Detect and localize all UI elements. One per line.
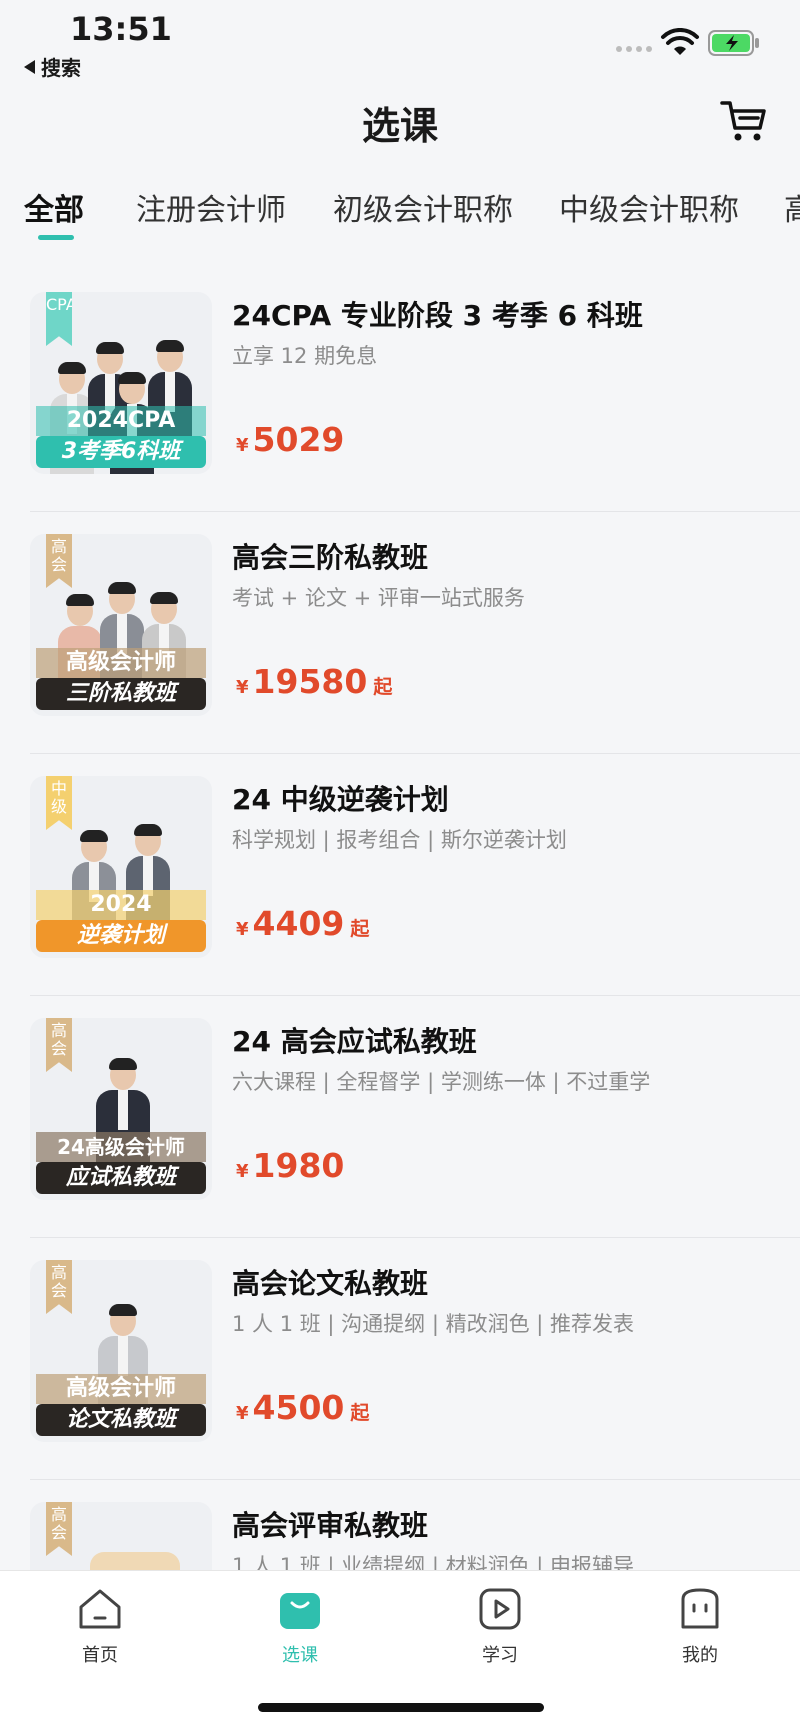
profile-icon	[681, 1588, 719, 1629]
tabbar-item-profile[interactable]: 我的	[650, 1587, 750, 1667]
course-title: 24CPA 专业阶段 3 考季 6 科班	[232, 299, 643, 332]
course-subtitle: 科学规划 | 报考组合 | 斯尔逆袭计划	[232, 828, 567, 852]
thumbnail-headline: 高级会计师	[36, 1374, 206, 1404]
status-bar: 13:51 搜索	[0, 0, 800, 88]
category-tabs: 全部 注册会计师 初级会计职称 中级会计职称 高	[0, 185, 800, 245]
thumbnail-headline: 24高级会计师	[36, 1132, 206, 1162]
tabbar-label: 我的	[682, 1645, 718, 1666]
course-title: 高会论文私教班	[232, 1267, 429, 1300]
tabbar-item-courses[interactable]: 选课	[250, 1587, 350, 1667]
course-price: ¥ 19580 起	[236, 662, 392, 701]
currency-symbol: ¥	[236, 435, 249, 456]
active-tab-indicator	[38, 235, 74, 240]
course-category-tag: 高会	[46, 1502, 72, 1556]
tab-all[interactable]: 全部	[24, 185, 84, 229]
price-suffix: 起	[350, 1402, 370, 1424]
course-title: 24 中级逆袭计划	[232, 783, 449, 816]
course-category-tag: CPA	[46, 292, 72, 346]
tab-senior-accountant[interactable]: 高	[784, 185, 800, 229]
back-arrow-icon	[24, 59, 35, 74]
tab-cpa[interactable]: 注册会计师	[136, 185, 286, 229]
thumbnail-subline: 应试私教班	[36, 1162, 206, 1194]
course-price: ¥ 4409 起	[236, 904, 369, 943]
price-amount: 1980	[252, 1146, 345, 1185]
tabbar-label: 学习	[482, 1645, 518, 1666]
tabbar-label: 选课	[282, 1645, 318, 1666]
course-thumbnail: 高会 高级会计师 三阶私教班	[30, 534, 212, 716]
thumbnail-headline: 2024CPA	[36, 406, 206, 436]
tab-intermediate-accountant[interactable]: 中级会计职称	[559, 185, 739, 229]
course-price: ¥ 5029	[236, 420, 350, 459]
thumbnail-subline: 论文私教班	[36, 1404, 206, 1436]
course-thumbnail: 高会 高级会计师 论文私教班	[30, 1260, 212, 1442]
course-card[interactable]: CPA 2024CPA 3考季6科班 24CPA 专业阶段 3 考季 6 科班 …	[0, 270, 800, 512]
course-category-tag: 高会	[46, 1260, 72, 1314]
thumbnail-headline: 2024	[36, 890, 206, 920]
course-category-tag: 中级	[46, 776, 72, 830]
course-card[interactable]: 高会 高级会计师 三阶私教班 高会三阶私教班 考试 + 论文 + 评审一站式服务…	[0, 512, 800, 754]
tabbar-item-study[interactable]: 学习	[450, 1587, 550, 1667]
home-indicator[interactable]	[258, 1703, 544, 1712]
back-label: 搜索	[41, 56, 81, 80]
currency-symbol: ¥	[236, 1403, 249, 1424]
thumbnail-headline: 高级会计师	[36, 648, 206, 678]
tabbar-label: 首页	[82, 1645, 118, 1666]
course-price: ¥ 1980	[236, 1146, 350, 1185]
course-subtitle: 1 人 1 班 | 沟通提纲 | 精改润色 | 推荐发表	[232, 1312, 635, 1336]
cellular-signal-icon	[616, 46, 652, 52]
course-subtitle: 考试 + 论文 + 评审一站式服务	[232, 586, 525, 610]
page-title: 选课	[361, 104, 438, 148]
price-amount: 19580	[252, 662, 368, 701]
course-thumbnail: CPA 2024CPA 3考季6科班	[30, 292, 212, 474]
shopping-cart-icon[interactable]	[720, 98, 768, 144]
play-icon	[479, 1588, 521, 1630]
home-icon	[79, 1589, 121, 1629]
price-amount: 4500	[252, 1388, 345, 1427]
course-category-tag: 高会	[46, 534, 72, 588]
tabbar-item-home[interactable]: 首页	[50, 1587, 150, 1667]
course-title: 24 高会应试私教班	[232, 1025, 477, 1058]
thumbnail-subline: 三阶私教班	[36, 678, 206, 710]
shopping-bag-icon	[280, 1593, 320, 1629]
course-card[interactable]: 高会 高级会计师 论文私教班 高会论文私教班 1 人 1 班 | 沟通提纲 | …	[0, 1238, 800, 1480]
course-card[interactable]: 高会 24高级会计师 应试私教班 24 高会应试私教班 六大课程 | 全程督学 …	[0, 996, 800, 1238]
course-thumbnail: 高会 24高级会计师 应试私教班	[30, 1018, 212, 1200]
course-subtitle: 立享 12 期免息	[232, 344, 378, 368]
thumbnail-subline: 3考季6科班	[36, 436, 206, 468]
price-suffix: 起	[350, 918, 370, 940]
price-amount: 5029	[252, 420, 345, 459]
battery-charging-icon	[708, 30, 759, 56]
back-to-search-button[interactable]: 搜索	[24, 52, 81, 81]
course-title: 高会三阶私教班	[232, 541, 429, 574]
course-category-tag: 高会	[46, 1018, 72, 1072]
currency-symbol: ¥	[236, 677, 249, 698]
currency-symbol: ¥	[236, 919, 249, 940]
price-suffix: 起	[373, 676, 393, 698]
course-title: 高会评审私教班	[232, 1509, 429, 1542]
course-subtitle: 六大课程 | 全程督学 | 学测练一体 | 不过重学	[232, 1070, 651, 1094]
status-time: 13:51	[70, 10, 172, 48]
currency-symbol: ¥	[236, 1161, 249, 1182]
tab-junior-accountant[interactable]: 初级会计职称	[333, 185, 513, 229]
course-card[interactable]: 中级 2024 逆袭计划 24 中级逆袭计划 科学规划 | 报考组合 | 斯尔逆…	[0, 754, 800, 996]
price-amount: 4409	[252, 904, 345, 943]
course-price: ¥ 4500 起	[236, 1388, 369, 1427]
thumbnail-subline: 逆袭计划	[36, 920, 206, 952]
wifi-icon	[661, 28, 699, 55]
course-thumbnail: 中级 2024 逆袭计划	[30, 776, 212, 958]
